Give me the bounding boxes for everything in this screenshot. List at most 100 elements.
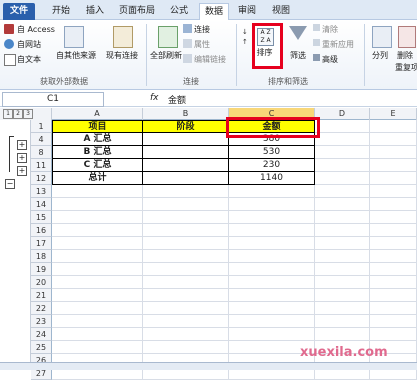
column-header-d[interactable]: D (315, 108, 370, 120)
cell-e[interactable] (370, 172, 417, 185)
cell-c[interactable] (229, 224, 315, 237)
row-header[interactable]: 24 (31, 328, 52, 341)
cell-e[interactable] (370, 276, 417, 289)
row-header[interactable]: 12 (31, 172, 52, 185)
row-header[interactable]: 22 (31, 302, 52, 315)
cell-a[interactable] (52, 289, 143, 302)
sort-asc-desc-icon[interactable]: ↓ ↑ (242, 27, 252, 57)
cell-a[interactable]: 总计 (52, 172, 143, 185)
tab-page-layout[interactable]: 页面布局 (116, 3, 158, 20)
cell-e[interactable] (370, 328, 417, 341)
cell-b[interactable] (143, 159, 229, 172)
row-header[interactable]: 25 (31, 341, 52, 354)
cell-a[interactable]: C 汇总 (52, 159, 143, 172)
formula-input[interactable]: 金额 (168, 93, 186, 106)
cell-c[interactable] (229, 211, 315, 224)
cell-c[interactable] (229, 302, 315, 315)
cell-e[interactable] (370, 159, 417, 172)
cell-c[interactable] (229, 198, 315, 211)
cell-d[interactable] (315, 224, 370, 237)
name-box[interactable]: C1 (2, 92, 104, 107)
properties-button[interactable]: 属性 (194, 39, 210, 50)
cell-c[interactable] (229, 237, 315, 250)
cell-e[interactable] (370, 133, 417, 146)
cell-a[interactable] (52, 237, 143, 250)
function-icon[interactable]: fx (150, 93, 159, 103)
tab-insert[interactable]: 插入 (82, 3, 108, 20)
sort-button-highlight[interactable]: A ZZ A 排序 (252, 23, 283, 69)
cell-d[interactable] (315, 185, 370, 198)
clear-button[interactable]: 清除 (322, 24, 338, 35)
cell-c[interactable]: 1140 (229, 172, 315, 185)
row-header[interactable]: 21 (31, 289, 52, 302)
cell-b[interactable] (143, 341, 229, 354)
cell-b[interactable] (143, 302, 229, 315)
cell-b[interactable] (143, 146, 229, 159)
cell-b[interactable] (143, 133, 229, 146)
cell-d[interactable] (315, 263, 370, 276)
cell-c[interactable]: 230 (229, 159, 315, 172)
cell-c[interactable] (229, 328, 315, 341)
row-header[interactable]: 13 (31, 185, 52, 198)
cell-b[interactable] (143, 237, 229, 250)
tab-file[interactable]: 文件 (3, 3, 35, 20)
row-header[interactable]: 19 (31, 263, 52, 276)
cell-e[interactable] (370, 211, 417, 224)
cell-e[interactable] (370, 237, 417, 250)
refresh-all-button[interactable]: 全部刷新 (150, 50, 182, 61)
cell-a[interactable] (52, 302, 143, 315)
filter-button[interactable]: 筛选 (290, 50, 306, 61)
row-header[interactable]: 14 (31, 198, 52, 211)
cell-e[interactable] (370, 289, 417, 302)
other-sources-button[interactable]: 自其他来源 (56, 50, 96, 61)
cell-c[interactable] (229, 250, 315, 263)
cell-e[interactable] (370, 315, 417, 328)
cell-b[interactable] (143, 185, 229, 198)
row-header[interactable]: 4 (31, 133, 52, 146)
cell-c[interactable] (229, 263, 315, 276)
column-header-a[interactable]: A (52, 108, 143, 120)
cell-d[interactable] (315, 289, 370, 302)
cell-d[interactable] (315, 120, 370, 133)
cell-e[interactable] (370, 224, 417, 237)
cell-e[interactable] (370, 198, 417, 211)
cell-d[interactable] (315, 211, 370, 224)
cell-b[interactable] (143, 289, 229, 302)
cell-c[interactable]: 530 (229, 146, 315, 159)
cell-d[interactable] (315, 315, 370, 328)
cell-a[interactable]: B 汇总 (52, 146, 143, 159)
from-access-button[interactable]: 自 Access (17, 24, 55, 35)
cell-b[interactable] (143, 211, 229, 224)
row-header[interactable]: 17 (31, 237, 52, 250)
cell-d[interactable] (315, 276, 370, 289)
cell-d[interactable] (315, 133, 370, 146)
cell-d[interactable] (315, 237, 370, 250)
outline-level-2[interactable]: 2 (13, 109, 23, 119)
cell-a[interactable] (52, 198, 143, 211)
column-header-e[interactable]: E (370, 108, 417, 120)
cell-e[interactable] (370, 120, 417, 133)
cell-a[interactable] (52, 211, 143, 224)
cell-b[interactable] (143, 315, 229, 328)
cell-d[interactable] (315, 146, 370, 159)
cell-d[interactable] (315, 250, 370, 263)
advanced-button[interactable]: 高级 (322, 54, 338, 65)
cell-d[interactable] (315, 198, 370, 211)
cell-b[interactable]: 阶段 (143, 120, 229, 133)
cell-a[interactable] (52, 315, 143, 328)
from-text-button[interactable]: 自文本 (17, 54, 41, 65)
row-header[interactable]: 16 (31, 224, 52, 237)
cell-a[interactable] (52, 224, 143, 237)
column-header-b[interactable]: B (143, 108, 229, 120)
cell-c[interactable] (229, 276, 315, 289)
row-header[interactable]: 20 (31, 276, 52, 289)
cell-a[interactable] (52, 276, 143, 289)
cell-d[interactable] (315, 159, 370, 172)
text-to-columns-button[interactable]: 分列 (372, 50, 388, 61)
tab-view[interactable]: 视图 (268, 3, 294, 20)
row-header[interactable]: 1 (31, 120, 52, 133)
row-header[interactable]: 18 (31, 250, 52, 263)
remove-duplicates-button[interactable]: 删除 (397, 50, 413, 61)
row-header[interactable]: 23 (31, 315, 52, 328)
row-header[interactable]: 15 (31, 211, 52, 224)
